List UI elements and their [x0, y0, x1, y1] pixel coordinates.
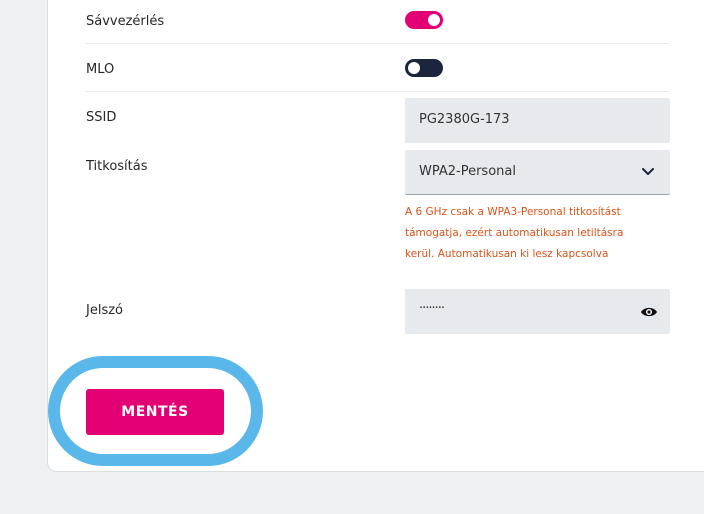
mlo-label: MLO — [86, 62, 115, 77]
warning-line: A 6 GHz csak a WPA3-Personal titkosítást — [405, 206, 621, 218]
encryption-label: Titkosítás — [86, 159, 148, 174]
toggle-knob — [408, 62, 420, 74]
eye-icon[interactable] — [640, 306, 658, 318]
toggle-knob — [428, 14, 440, 26]
encryption-value: WPA2-Personal — [419, 164, 516, 179]
ssid-label: SSID — [86, 110, 117, 125]
warning-line: támogatja, ezért automatikusan letiltásr… — [405, 227, 624, 239]
ssid-input[interactable]: PG2380G-173 — [405, 98, 670, 143]
band-steering-row — [86, 0, 669, 44]
mlo-toggle[interactable] — [405, 59, 443, 77]
password-label: Jelszó — [86, 303, 123, 318]
chevron-down-icon — [642, 168, 654, 175]
password-value: ········ — [419, 301, 445, 316]
mlo-row — [86, 43, 669, 92]
band-steering-label: Sávvezérlés — [86, 14, 165, 29]
warning-line: kerül. Automatikusan ki lesz kapcsolva — [405, 248, 609, 260]
encryption-select[interactable]: WPA2-Personal — [405, 150, 670, 195]
save-button[interactable]: MENTÉS — [86, 389, 224, 435]
band-steering-toggle[interactable] — [405, 11, 443, 29]
password-input[interactable]: ········ — [405, 289, 670, 334]
ssid-value: PG2380G-173 — [419, 112, 510, 127]
encryption-warning: A 6 GHz csak a WPA3-Personal titkosítást… — [405, 202, 680, 265]
